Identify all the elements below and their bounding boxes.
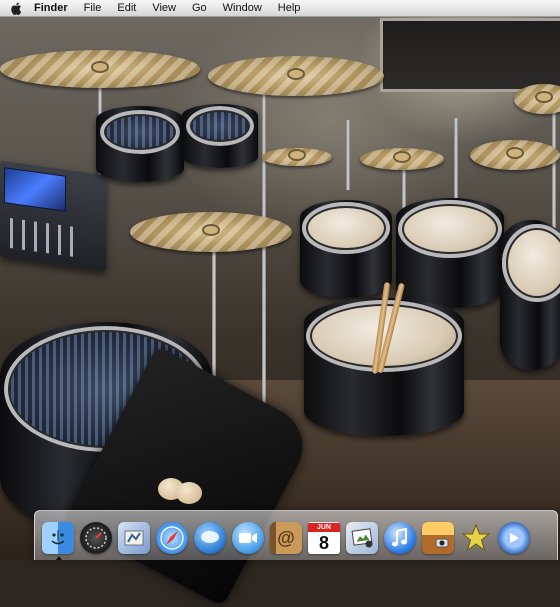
ichat-icon — [194, 522, 226, 554]
mixer-fader — [34, 221, 37, 252]
tom-drum — [396, 198, 504, 308]
menu-app-finder[interactable]: Finder — [26, 0, 76, 16]
drum-head — [398, 200, 502, 258]
itunes-icon — [384, 522, 416, 554]
facetime-icon — [232, 522, 264, 554]
mixer-fader — [46, 223, 49, 254]
dock-item-dvd-player[interactable] — [496, 516, 533, 560]
imovie-icon — [460, 522, 492, 554]
microphone-stand — [346, 120, 350, 190]
mixer-fader — [10, 217, 13, 249]
cymbal — [470, 140, 560, 170]
menu-go[interactable]: Go — [184, 0, 215, 16]
dock-item-dashboard[interactable] — [78, 516, 115, 560]
dashboard-icon — [80, 522, 112, 554]
cymbal-stand — [262, 92, 266, 422]
mixer-fader — [58, 224, 61, 256]
cymbal — [0, 50, 200, 88]
running-indicator — [56, 556, 62, 560]
menu-file[interactable]: File — [76, 0, 110, 16]
drum-head — [186, 106, 254, 146]
tom-drum — [182, 104, 258, 168]
desktop-wallpaper — [0, 0, 560, 607]
tom-drum — [96, 106, 184, 182]
dock: @ JUN 8 — [34, 510, 558, 560]
drum-head — [100, 110, 180, 154]
photo-booth-icon — [422, 522, 454, 554]
mixer-screen — [4, 167, 66, 212]
cymbal — [514, 84, 560, 114]
dock-item-ichat[interactable] — [192, 516, 229, 560]
cymbal — [262, 148, 332, 166]
wall-window — [380, 18, 560, 92]
finder-icon — [42, 522, 74, 554]
dock-item-safari[interactable] — [154, 516, 191, 560]
address-book-icon: @ — [270, 522, 302, 554]
menu-help[interactable]: Help — [270, 0, 309, 16]
calendar-month: JUN — [308, 522, 340, 532]
menu-view[interactable]: View — [144, 0, 184, 16]
dock-item-ical[interactable]: JUN 8 — [306, 516, 343, 560]
mixer-fader — [70, 226, 73, 257]
cymbal — [360, 148, 444, 170]
safari-icon — [156, 522, 188, 554]
menu-window[interactable]: Window — [215, 0, 270, 16]
calendar-icon: JUN 8 — [308, 522, 340, 554]
dvd-icon — [498, 522, 530, 554]
tom-drum — [300, 200, 392, 298]
cymbal — [130, 212, 292, 252]
dock-item-finder[interactable] — [40, 516, 77, 560]
calendar-day: 8 — [318, 532, 329, 553]
mixer-console — [0, 160, 106, 272]
dock-item-facetime[interactable] — [230, 516, 267, 560]
mixer-fader — [22, 219, 25, 251]
mail-icon — [118, 522, 150, 554]
microphone-stand — [454, 118, 458, 198]
cymbal — [208, 56, 384, 96]
floor-tom — [500, 220, 560, 370]
dock-item-iphoto[interactable] — [344, 516, 381, 560]
menu-edit[interactable]: Edit — [109, 0, 144, 16]
dock-item-address-book[interactable]: @ — [268, 516, 305, 560]
dock-item-mail[interactable] — [116, 516, 153, 560]
drum-head — [502, 224, 560, 302]
dock-item-imovie[interactable] — [458, 516, 495, 560]
menu-bar: Finder File Edit View Go Window Help — [0, 0, 560, 17]
dock-item-photo-booth[interactable] — [420, 516, 457, 560]
dock-item-itunes[interactable] — [382, 516, 419, 560]
drum-head — [302, 202, 390, 254]
apple-icon[interactable] — [6, 0, 26, 16]
mallet — [176, 482, 202, 504]
iphoto-icon — [346, 522, 378, 554]
